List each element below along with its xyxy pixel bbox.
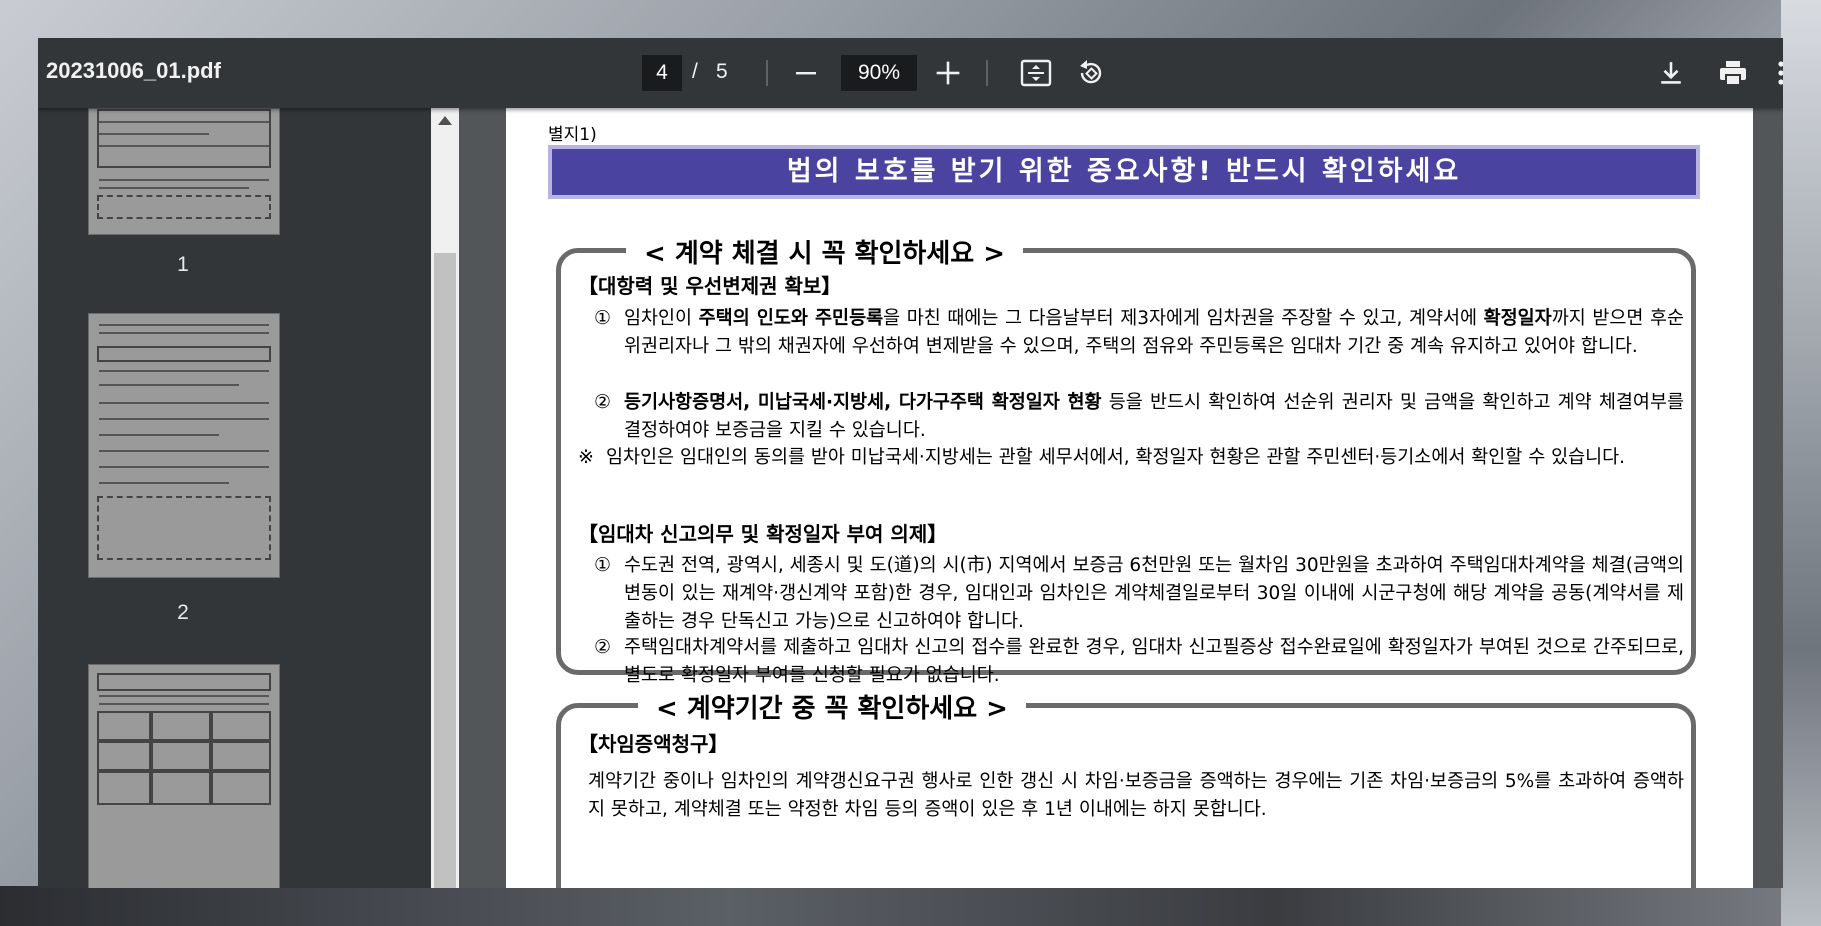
- thumbnail-page-1[interactable]: [88, 108, 280, 235]
- toolbar-divider: [986, 60, 988, 86]
- desktop-background-bottom: [0, 886, 1821, 926]
- page-total: 5: [716, 60, 728, 83]
- zoom-in-button[interactable]: [927, 52, 969, 94]
- rotate-button[interactable]: [1070, 52, 1112, 94]
- thumbnail-page-2[interactable]: [88, 313, 280, 578]
- thumbnail-sidebar: 1 2: [38, 108, 433, 888]
- paragraph-item-4: 주택임대차계약서를 제출하고 임대차 신고의 접수를 완료한 경우, 임대차 신…: [624, 637, 1684, 686]
- sub-heading: 【임대차 신고의무 및 확정일자 부여 의제】: [578, 522, 948, 546]
- thumbnail-label: 1: [177, 253, 189, 276]
- paragraph-note: 임차인은 임대인의 동의를 받아 미납국세·지방세는 관할 세무서에서, 확정일…: [606, 447, 1626, 468]
- pdf-viewer-window: 20231006_01.pdf 4 / 5 90% 1 2 별지1) 법의 보호…: [38, 38, 1783, 888]
- paragraph-item-3: 수도권 전역, 광역시, 세종시 및 도(道)의 시(市) 지역에서 보증금 6…: [624, 555, 1684, 632]
- plus-icon: [936, 61, 960, 85]
- scrollbar-thumb[interactable]: [434, 253, 456, 888]
- desktop-background-right: [1781, 0, 1821, 926]
- item-number: ②: [594, 391, 612, 413]
- item-number: ①: [594, 307, 612, 329]
- fit-to-page-button[interactable]: [1015, 52, 1057, 94]
- page-number-input[interactable]: 4: [642, 55, 682, 91]
- sub-heading: 【차임증액청구】: [578, 732, 729, 756]
- appendix-label: 별지1): [548, 125, 597, 145]
- rotate-icon: [1080, 60, 1102, 84]
- sub-heading: 【대항력 및 우선변제권 확보】: [578, 274, 842, 298]
- more-actions-button[interactable]: [1760, 52, 1783, 94]
- paragraph-item-2: 등기사항증명서, 미납국세·지방세, 다가구주택 확정일자 현황 등을 반드시 …: [624, 392, 1684, 441]
- page-banner-title: 법의 보호를 받기 위한 중요사항! 반드시 확인하세요: [548, 145, 1700, 199]
- thumbnail-label: 2: [177, 601, 189, 624]
- paragraph-item-1: 임차인이 주택의 인도와 주민등록을 마친 때에는 그 다음날부터 제3자에게 …: [624, 308, 1684, 357]
- pdf-toolbar: 20231006_01.pdf 4 / 5 90%: [38, 38, 1783, 108]
- document-title: 20231006_01.pdf: [46, 58, 221, 83]
- pdf-page-4: 별지1) 법의 보호를 받기 위한 중요사항! 반드시 확인하세요 < 계약 체…: [506, 108, 1753, 888]
- minus-icon: [796, 72, 816, 75]
- paragraph-rent-increase: 계약기간 중이나 임차인의 계약갱신요구권 행사로 인한 갱신 시 차임·보증금…: [588, 771, 1684, 820]
- section-title: < 계약 체결 시 꼭 확인하세요 >: [626, 233, 1024, 270]
- note-mark: ※: [578, 446, 594, 468]
- scroll-up-arrow-icon[interactable]: [438, 116, 452, 125]
- fit-page-icon: [1020, 59, 1052, 87]
- zoom-level-input[interactable]: 90%: [841, 55, 917, 91]
- page-separator: /: [692, 60, 698, 83]
- item-number: ②: [594, 636, 612, 658]
- more-vertical-icon: [1778, 61, 1783, 85]
- download-icon: [1661, 62, 1681, 84]
- toolbar-divider: [766, 60, 768, 86]
- thumbnail-page-3[interactable]: [88, 664, 280, 888]
- item-number: ①: [594, 554, 612, 576]
- sidebar-scrollbar[interactable]: [431, 108, 459, 888]
- download-button[interactable]: [1650, 52, 1692, 94]
- print-button[interactable]: [1712, 52, 1754, 94]
- section-title: < 계약기간 중 꼭 확인하세요 >: [638, 688, 1026, 725]
- zoom-out-button[interactable]: [785, 52, 827, 94]
- printer-icon: [1720, 61, 1746, 86]
